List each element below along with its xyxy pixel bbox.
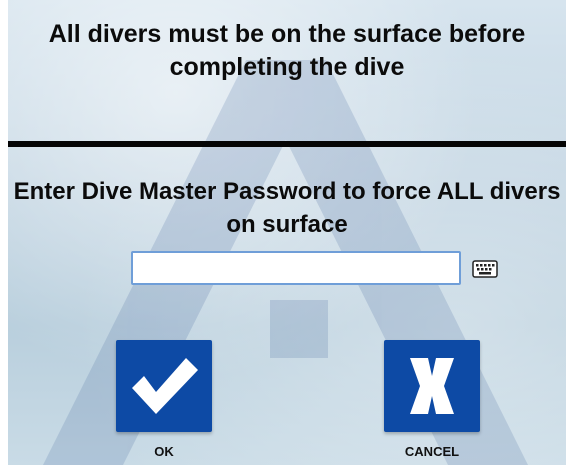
password-prompt: Enter Dive Master Password to force ALL … [13, 178, 561, 238]
divider [8, 141, 566, 147]
cancel-button-label[interactable]: CANCEL [372, 444, 492, 459]
checkmark-icon [132, 358, 198, 414]
ok-button-label[interactable]: OK [104, 444, 224, 459]
dialog-window: All divers must be on the surface before… [8, 0, 566, 465]
password-input[interactable] [131, 251, 461, 285]
keyboard-icon[interactable] [472, 260, 498, 278]
surface-warning-message: All divers must be on the surface before… [48, 20, 526, 81]
x-icon [410, 358, 454, 414]
cancel-button[interactable] [384, 340, 480, 432]
ok-button[interactable] [116, 340, 212, 432]
